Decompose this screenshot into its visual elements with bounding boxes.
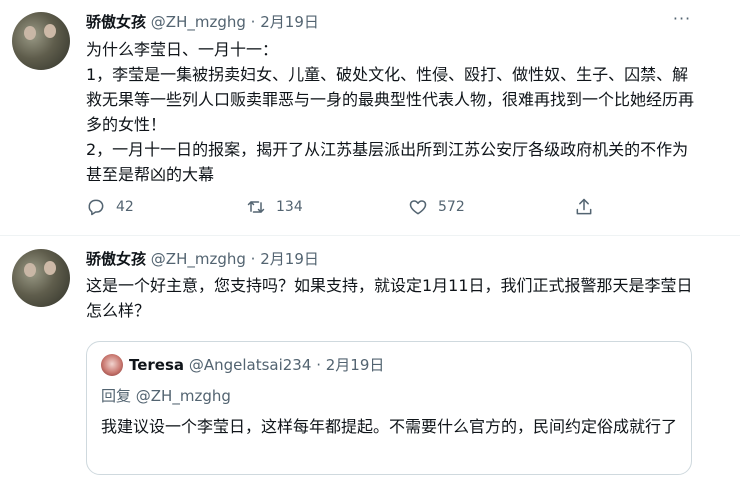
like-count: 572 xyxy=(438,199,465,215)
tweet-actions: 42 134 572 xyxy=(86,197,606,221)
display-name[interactable]: 骄傲女孩 xyxy=(86,13,146,31)
tweet-text-content: 为什么李莹日、一月十一： 1，李莹是一集被拐卖妇女、儿童、破处文化、性侵、殴打、… xyxy=(86,40,695,184)
reply-icon xyxy=(88,199,104,216)
like-button[interactable]: 572 xyxy=(408,197,465,217)
reply-button[interactable]: 42 xyxy=(86,197,134,217)
quoted-display-name: Teresa xyxy=(129,356,185,374)
tweet-date[interactable]: 2月19日 xyxy=(260,13,319,31)
replying-to-label: 回复 xyxy=(101,387,136,405)
display-name[interactable]: 骄傲女孩 xyxy=(86,250,146,268)
tweet-2[interactable]: 骄傲女孩 @ZH_mzghg · 2月19日 这是一个好主意，您支持吗？如果支持… xyxy=(0,237,740,485)
quoted-text: 我建议设一个李莹日，这样每年都提起。不需要什么官方的，民间约定俗成就行了 xyxy=(101,417,678,436)
tweet-1[interactable]: 骄傲女孩 @ZH_mzghg · 2月19日 ··· 为什么李莹日、一月十一： … xyxy=(0,0,740,236)
tweet-date[interactable]: 2月19日 xyxy=(260,250,319,268)
tweet-header: 骄傲女孩 @ZH_mzghg · 2月19日 xyxy=(86,249,319,269)
replying-to: 回复 @ZH_mzghg xyxy=(101,385,231,406)
reply-count: 42 xyxy=(116,199,134,215)
tweet-header: 骄傲女孩 @ZH_mzghg · 2月19日 xyxy=(86,12,319,32)
separator-dot: · xyxy=(250,13,256,31)
heart-icon xyxy=(409,200,427,215)
retweet-count: 134 xyxy=(276,199,303,215)
quoted-avatar[interactable] xyxy=(101,354,123,376)
tweet-text: 这是一个好主意，您支持吗？如果支持，就设定1月11日，我们正式报警那天是李莹日怎… xyxy=(86,273,696,323)
share-icon xyxy=(576,198,592,215)
quoted-header: Teresa @Angelatsai234 · 2月19日 xyxy=(129,355,384,375)
separator-dot: · xyxy=(250,250,256,268)
more-icon[interactable]: ··· xyxy=(668,11,696,32)
user-handle[interactable]: @ZH_mzghg xyxy=(151,13,246,31)
tweet-text: 为什么李莹日、一月十一： 1，李莹是一集被拐卖妇女、儿童、破处文化、性侵、殴打、… xyxy=(86,37,696,187)
replying-to-handle[interactable]: @ZH_mzghg xyxy=(136,387,231,405)
tweet-text-content: 这是一个好主意，您支持吗？如果支持，就设定1月11日，我们正式报警那天是李莹日怎… xyxy=(86,276,693,320)
quoted-date: 2月19日 xyxy=(325,356,385,374)
avatar[interactable] xyxy=(12,12,70,70)
user-handle[interactable]: @ZH_mzghg xyxy=(151,250,246,268)
share-button[interactable] xyxy=(574,197,594,217)
quoted-user-handle: @Angelatsai234 xyxy=(188,356,312,374)
quoted-tweet[interactable]: Teresa @Angelatsai234 · 2月19日 回复 @ZH_mzg… xyxy=(86,341,692,475)
retweet-button[interactable]: 134 xyxy=(246,197,303,217)
separator-dot: · xyxy=(316,356,321,374)
retweet-icon xyxy=(247,201,265,213)
avatar[interactable] xyxy=(12,249,70,307)
